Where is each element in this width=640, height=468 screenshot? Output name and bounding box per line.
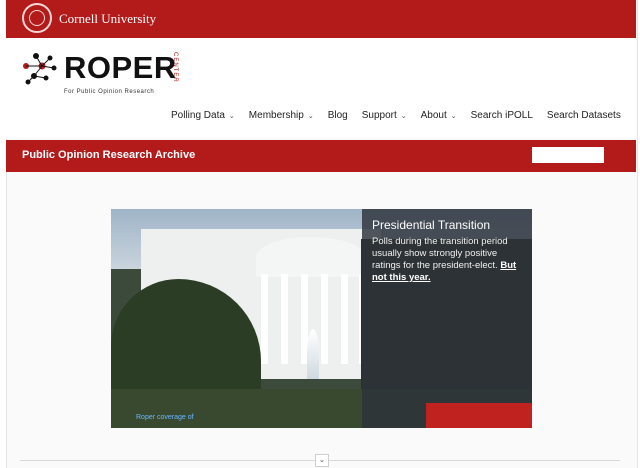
nav-item-polling-data[interactable]: Polling Data ⌄: [164, 110, 242, 121]
network-dots-icon: [23, 53, 57, 85]
chevron-down-icon: ⌄: [400, 112, 407, 120]
archive-bar: Public Opinion Research Archive: [6, 140, 636, 172]
cornell-seal-icon[interactable]: [22, 3, 52, 33]
archive-search-input[interactable]: [532, 147, 604, 163]
chevron-down-icon: ⌄: [318, 455, 326, 464]
archive-title: Public Opinion Research Archive: [22, 149, 196, 161]
chevron-down-icon: ⌄: [228, 112, 235, 120]
nav-item-membership[interactable]: Membership ⌄: [242, 110, 321, 121]
scroll-down-button[interactable]: ⌄: [315, 454, 329, 467]
fountain: [307, 329, 319, 379]
nav-label: Polling Data: [171, 110, 225, 121]
nav-label: Support: [361, 110, 397, 121]
nav-item-about[interactable]: About ⌄: [414, 110, 464, 121]
roper-coverage-link[interactable]: Roper coverage of: [136, 414, 194, 421]
nav-label: Blog: [327, 110, 348, 121]
white-house-portico: [256, 237, 366, 277]
site-header: ROPER CENTER For Public Opinion Research…: [6, 38, 636, 138]
nav-item-search-datasets[interactable]: Search Datasets: [540, 110, 628, 121]
roper-wordmark: ROPER: [64, 50, 177, 85]
main-nav: Polling Data ⌄ Membership ⌄ Blog Support ⌄ …: [164, 110, 628, 121]
nav-label: About: [420, 110, 447, 121]
nav-label: Search iPOLL: [470, 110, 533, 121]
cornell-university-link[interactable]: Cornell University: [59, 11, 156, 27]
cornell-top-bar: Cornell University: [6, 0, 636, 38]
column: [261, 274, 268, 364]
nav-item-support[interactable]: Support ⌄: [355, 110, 414, 121]
roper-tagline: For Public Opinion Research: [64, 89, 155, 95]
column: [281, 274, 288, 364]
nav-label: Membership: [248, 110, 304, 121]
hero-body: Polls during the transition period usual…: [372, 236, 508, 271]
column: [341, 274, 348, 364]
hero-title: Presidential Transition: [372, 218, 491, 232]
hero-text: Polls during the transition period usual…: [372, 236, 524, 284]
hero-red-callout[interactable]: [426, 403, 532, 428]
column: [321, 274, 328, 364]
nav-item-blog[interactable]: Blog: [321, 110, 355, 121]
roper-logo[interactable]: ROPER CENTER For Public Opinion Research: [20, 48, 180, 95]
chevron-down-icon: ⌄: [450, 112, 457, 120]
nav-item-search-ipoll[interactable]: Search iPOLL: [464, 110, 540, 121]
chevron-down-icon: ⌄: [307, 112, 314, 120]
roper-center-label: CENTER: [172, 52, 178, 83]
nav-label: Search Datasets: [546, 110, 621, 121]
hero-caption-panel: Presidential Transition Polls during the…: [362, 209, 532, 428]
